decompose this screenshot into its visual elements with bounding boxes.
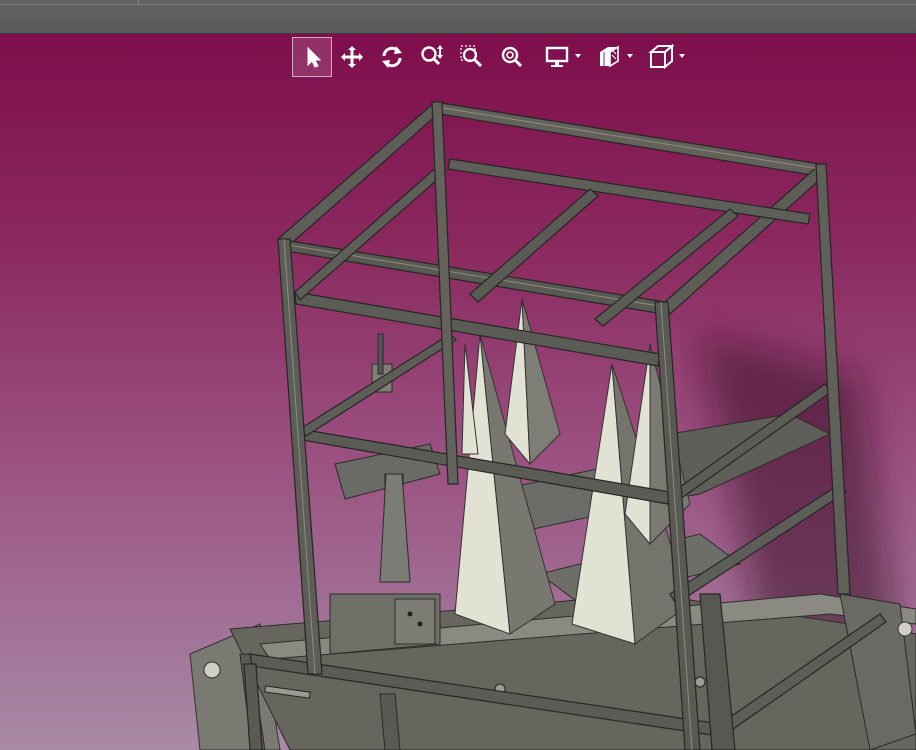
display-mode-button[interactable] — [532, 37, 584, 77]
zoom-window-icon — [460, 45, 483, 68]
title-bar — [0, 0, 916, 34]
zoom-window-button[interactable] — [452, 37, 492, 77]
view-orientation-button[interactable] — [636, 37, 688, 77]
rotate-tool-button[interactable] — [372, 37, 412, 77]
view-toolbar — [292, 37, 688, 77]
rotate-icon — [382, 46, 402, 68]
view-cube-icon — [648, 44, 675, 70]
title-bar-tab-edge — [138, 0, 139, 5]
section-view-icon — [600, 45, 619, 68]
3d-viewport[interactable] — [0, 34, 916, 750]
dropdown-arrow-icon — [627, 54, 633, 58]
zoom-fit-icon — [501, 46, 523, 68]
pan-tool-button[interactable] — [332, 37, 372, 77]
pan-icon — [341, 46, 363, 68]
zoom-icon — [421, 45, 443, 66]
section-view-button[interactable] — [584, 37, 636, 77]
frame-assembly-model[interactable] — [0, 34, 916, 750]
dropdown-arrow-icon — [575, 54, 581, 58]
select-tool-button[interactable] — [292, 37, 332, 77]
display-mode-icon — [545, 46, 569, 67]
select-icon — [307, 46, 322, 68]
dropdown-arrow-icon — [679, 54, 685, 58]
zoom-fit-button[interactable] — [492, 37, 532, 77]
zoom-tool-button[interactable] — [412, 37, 452, 77]
